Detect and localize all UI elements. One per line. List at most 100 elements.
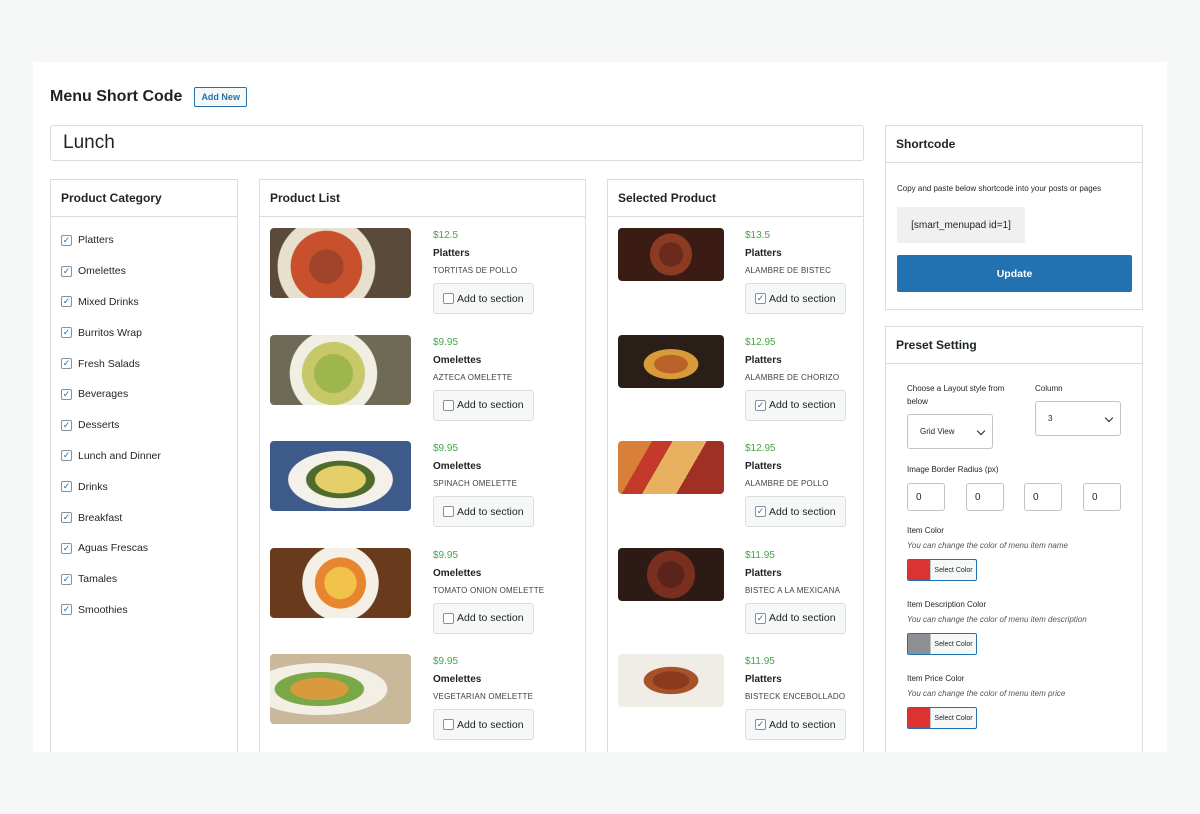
checkmark-icon[interactable]: ✓ xyxy=(755,506,766,517)
add-to-section-label: Add to section xyxy=(457,505,524,518)
menu-title-input[interactable]: Lunch xyxy=(50,125,864,161)
checkmark-icon[interactable]: ✓ xyxy=(61,419,72,431)
page-title: Menu Short Code xyxy=(50,88,183,105)
product-price: $9.95 xyxy=(433,549,459,561)
category-item[interactable]: ✓ Smoothies xyxy=(61,595,227,626)
product-item: $9.95 Omelettes SPINACH OMELETTE ✓Add to se… xyxy=(270,441,580,541)
add-new-button[interactable]: Add New xyxy=(194,87,247,107)
category-item[interactable]: ✓ Platters xyxy=(61,225,227,256)
category-item[interactable]: ✓ Omelettes xyxy=(61,256,227,287)
price-color-label: Item Price Color xyxy=(907,674,965,683)
shortcode-value[interactable]: [smart_menupad id=1] xyxy=(897,207,1025,243)
checkmark-icon[interactable]: ✓ xyxy=(61,265,72,277)
checkmark-icon[interactable]: ✓ xyxy=(755,399,766,411)
product-image xyxy=(618,441,724,494)
checkmark-icon[interactable]: ✓ xyxy=(61,358,72,370)
product-image xyxy=(270,441,411,511)
radius-input-top-right[interactable]: 0 xyxy=(966,483,1004,511)
checkmark-icon[interactable]: ✓ xyxy=(61,388,72,400)
checkbox-icon[interactable]: ✓ xyxy=(443,719,454,730)
price-color-picker[interactable]: Select Color xyxy=(907,707,977,729)
radius-input-bottom-right[interactable]: 0 xyxy=(1024,483,1062,511)
product-price: $12.95 xyxy=(745,336,776,348)
checkmark-icon[interactable]: ✓ xyxy=(61,542,72,554)
checkmark-icon[interactable]: ✓ xyxy=(61,234,72,246)
product-name: AZTECA OMELETTE xyxy=(433,372,513,382)
category-label: Omelettes xyxy=(78,265,126,278)
checkmark-icon[interactable]: ✓ xyxy=(61,481,72,493)
add-to-section-toggle[interactable]: ✓Add to section xyxy=(745,709,846,740)
product-name: TOMATO ONION OMELETTE xyxy=(433,585,545,595)
add-to-section-toggle[interactable]: ✓Add to section xyxy=(433,602,534,634)
category-item[interactable]: ✓ Beverages xyxy=(61,379,227,410)
checkmark-icon[interactable]: ✓ xyxy=(61,450,72,462)
checkmark-icon[interactable]: ✓ xyxy=(755,293,766,304)
radius-input-top-left[interactable]: 0 xyxy=(907,483,945,511)
product-list-panel: Product List $12.5 Platters TORTITAS DE PO… xyxy=(259,179,586,752)
add-to-section-toggle[interactable]: ✓Add to section xyxy=(745,602,846,634)
update-button[interactable]: Update xyxy=(897,255,1132,292)
add-to-section-toggle[interactable]: ✓Add to section xyxy=(745,283,846,314)
add-to-section-toggle[interactable]: ✓Add to section xyxy=(745,496,846,527)
checkmark-icon[interactable]: ✓ xyxy=(61,327,72,339)
checkmark-icon[interactable]: ✓ xyxy=(61,296,72,308)
add-to-section-toggle[interactable]: ✓Add to section xyxy=(745,389,846,421)
add-to-section-toggle[interactable]: ✓Add to section xyxy=(433,283,534,314)
item-color-label: Item Color xyxy=(907,526,944,535)
checkbox-icon[interactable]: ✓ xyxy=(443,293,454,304)
add-to-section-label: Add to section xyxy=(769,718,836,731)
add-to-section-toggle[interactable]: ✓Add to section xyxy=(433,709,534,740)
checkmark-icon[interactable]: ✓ xyxy=(755,719,766,730)
checkbox-icon[interactable]: ✓ xyxy=(443,612,454,624)
product-item: $9.95 Omelettes VEGETARIAN OMELETTE ✓Add to… xyxy=(270,654,580,752)
shortcode-title: Shortcode xyxy=(886,126,1142,163)
category-item[interactable]: ✓ Mixed Drinks xyxy=(61,287,227,318)
category-item[interactable]: ✓ Desserts xyxy=(61,410,227,441)
category-item[interactable]: ✓ Tamales xyxy=(61,564,227,595)
add-to-section-label: Add to section xyxy=(769,505,836,518)
category-item[interactable]: ✓ Breakfast xyxy=(61,502,227,533)
category-label: Breakfast xyxy=(78,511,123,524)
shortcode-panel: Shortcode Copy and paste below shortcode… xyxy=(885,125,1143,310)
product-price: $13.5 xyxy=(745,230,771,241)
product-category: Platters xyxy=(745,674,782,685)
radius-input-bottom-left[interactable]: 0 xyxy=(1083,483,1121,511)
product-image xyxy=(618,334,724,388)
product-price: $11.95 xyxy=(745,656,775,667)
product-info: $13.5 Platters ALAMBRE DE BISTEC ✓ Add to se… xyxy=(745,230,846,314)
category-item[interactable]: ✓ Burritos Wrap xyxy=(61,317,227,348)
product-image xyxy=(270,547,411,618)
add-to-section-toggle[interactable]: ✓Add to section xyxy=(433,496,534,527)
desc-color-picker[interactable]: Select Color xyxy=(907,633,977,655)
category-label: Mixed Drinks xyxy=(78,295,139,308)
checkmark-icon[interactable]: ✓ xyxy=(755,612,766,624)
category-item[interactable]: ✓ Lunch and Dinner xyxy=(61,441,227,472)
product-category: Platters xyxy=(745,354,782,366)
add-to-section-toggle[interactable]: ✓Add to section xyxy=(433,389,534,421)
product-info: $12.5 Platters TORTITAS DE POLLO ✓Add to se… xyxy=(433,230,534,314)
preset-setting-title: Preset Setting xyxy=(886,327,1142,364)
checkmark-icon[interactable]: ✓ xyxy=(61,604,72,616)
product-image xyxy=(618,547,724,601)
chevron-down-icon xyxy=(1104,413,1114,422)
category-item[interactable]: ✓ Aguas Frescas xyxy=(61,533,227,564)
column-select[interactable]: 3 xyxy=(1035,401,1121,436)
layout-style-select[interactable]: Grid View xyxy=(907,414,993,449)
product-price: $12.95 xyxy=(745,443,776,454)
add-to-section-label: Add to section xyxy=(457,718,524,731)
category-item[interactable]: ✓ Drinks xyxy=(61,471,227,502)
product-info: $12.95 Platters ALAMBRE DE CHORIZO ✓ Add to … xyxy=(745,337,846,421)
checkmark-icon[interactable]: ✓ xyxy=(61,573,72,585)
checkbox-icon[interactable]: ✓ xyxy=(443,506,454,517)
checkmark-icon[interactable]: ✓ xyxy=(61,512,72,524)
product-image xyxy=(618,654,724,707)
checkbox-icon[interactable]: ✓ xyxy=(443,399,454,411)
item-color-swatch xyxy=(908,560,930,580)
category-item[interactable]: ✓ Fresh Salads xyxy=(61,348,227,379)
column-value: 3 xyxy=(1048,414,1053,423)
item-color-picker[interactable]: Select Color xyxy=(907,559,977,581)
product-info: $11.95 Platters BISTECK ENCEBOLLADO ✓ Add to… xyxy=(745,656,846,740)
desc-color-label: Item Description Color xyxy=(907,600,987,609)
product-category: Platters xyxy=(745,461,782,472)
product-image xyxy=(270,228,411,298)
